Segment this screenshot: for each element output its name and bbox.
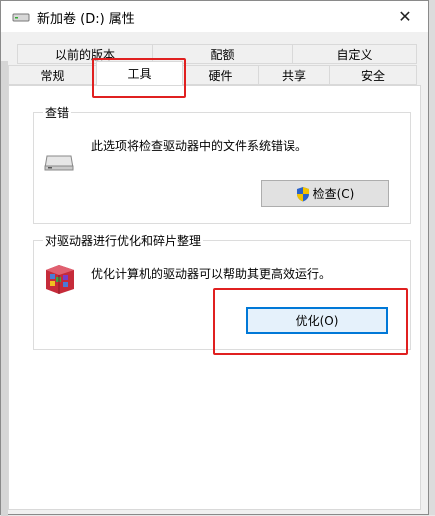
drive-icon <box>44 155 74 171</box>
tab-label: 配额 <box>210 47 235 62</box>
tab-customize[interactable]: 自定义 <box>292 44 417 64</box>
check-button[interactable]: 检查(C) <box>261 180 389 207</box>
close-icon: ✕ <box>398 7 412 26</box>
tab-label: 硬件 <box>208 68 233 83</box>
left-frame-edge <box>1 61 8 516</box>
tab-sharing[interactable]: 共享 <box>258 65 330 85</box>
title-bar: 新加卷 (D:) 属性 ✕ <box>1 1 428 32</box>
tab-security[interactable]: 安全 <box>329 65 417 85</box>
optimize-button-highlight <box>213 288 408 355</box>
close-button[interactable]: ✕ <box>382 1 428 32</box>
optimize-description: 优化计算机的驱动器可以帮助其更高效运行。 <box>91 267 332 281</box>
uac-shield-icon <box>296 186 309 201</box>
tools-tab-highlight <box>92 58 186 98</box>
tab-label: 常规 <box>40 68 65 83</box>
group-title: 查错 <box>45 106 70 120</box>
tab-label: 自定义 <box>336 47 373 62</box>
window-title: 新加卷 (D:) 属性 <box>37 12 135 27</box>
group-title: 对驱动器进行优化和碎片整理 <box>45 234 202 248</box>
tab-hardware[interactable]: 硬件 <box>182 65 259 85</box>
defrag-icon <box>46 265 74 294</box>
tab-general[interactable]: 常规 <box>8 65 97 85</box>
tab-label: 安全 <box>360 68 385 83</box>
properties-dialog: 新加卷 (D:) 属性 ✕ 以前的版本 配额 自定义 常规 工具 硬件 共享 安… <box>0 0 429 516</box>
check-description: 此选项将检查驱动器中的文件系统错误。 <box>91 139 308 153</box>
tab-label: 共享 <box>281 68 306 83</box>
check-button-label: 检查(C) <box>312 187 355 201</box>
drive-icon <box>12 13 30 22</box>
background-window-strip <box>429 0 435 515</box>
